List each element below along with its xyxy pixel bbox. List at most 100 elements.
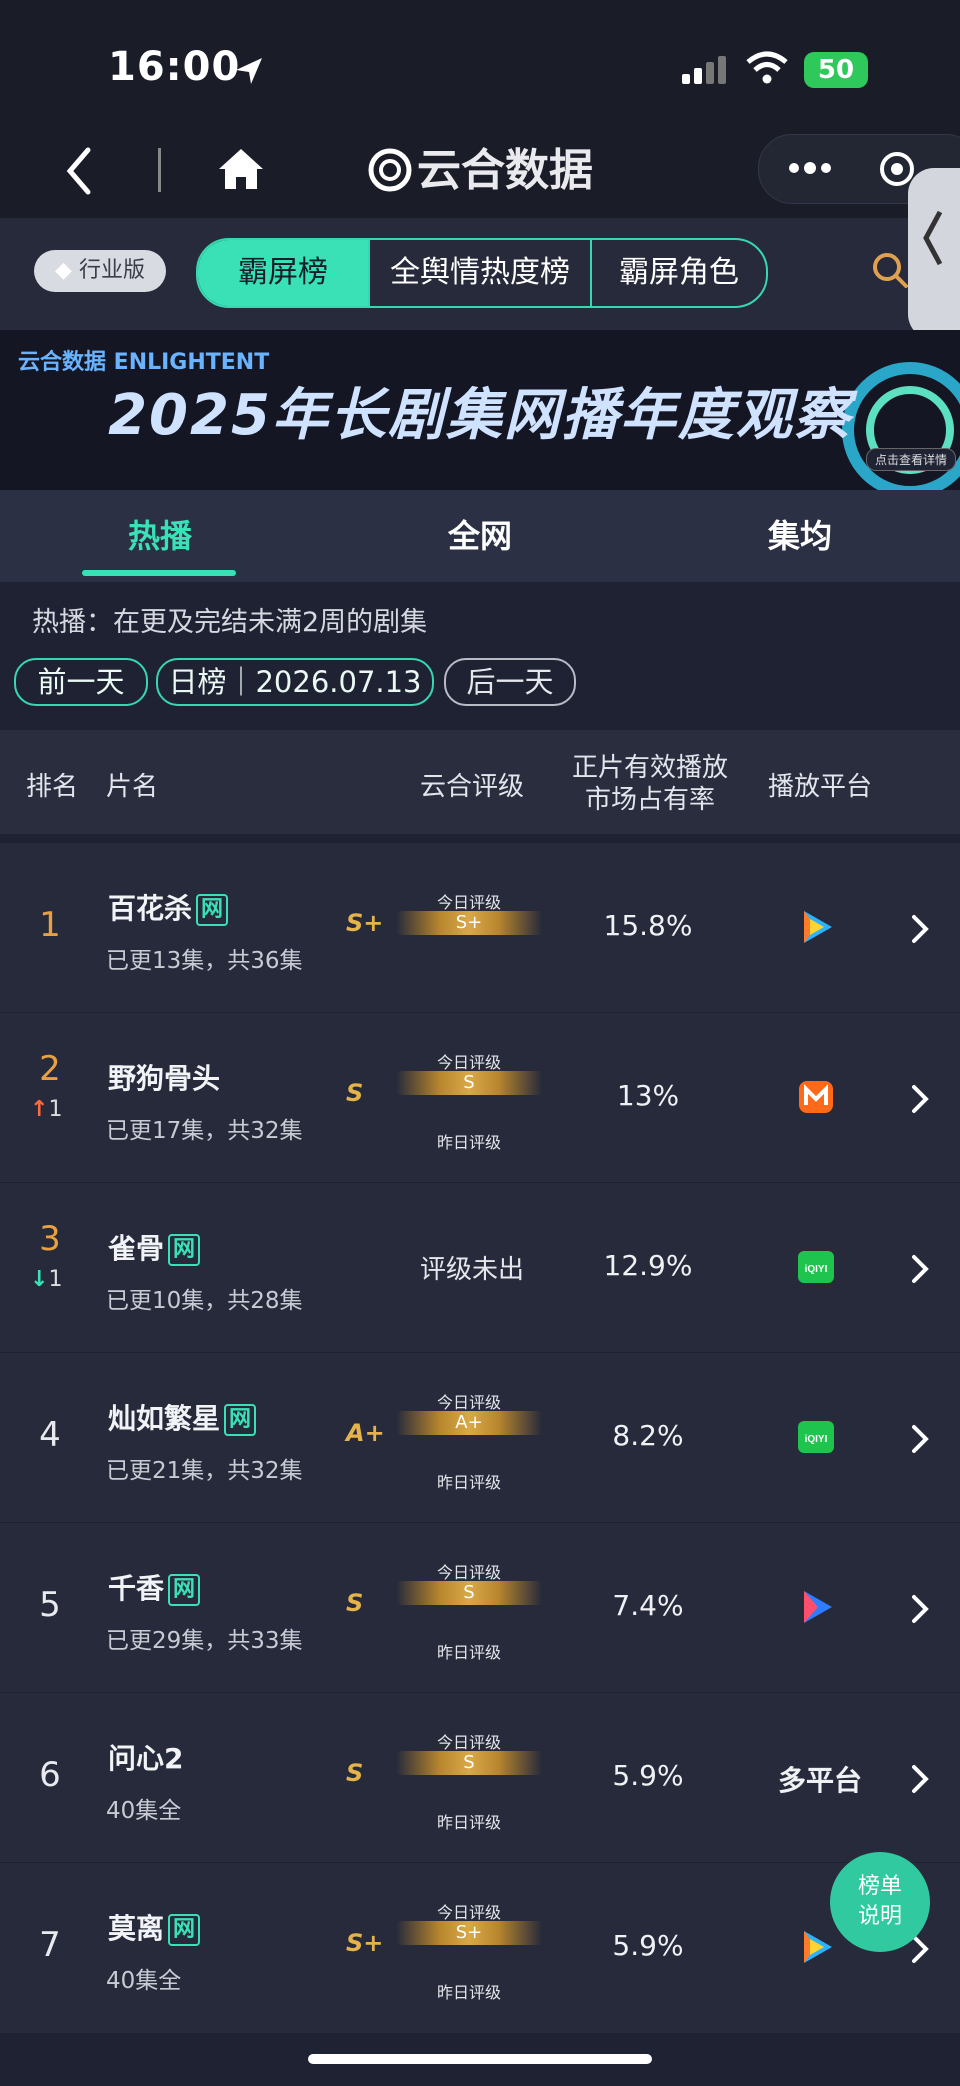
market-share: 15.8%	[603, 909, 693, 942]
prev-day-button[interactable]: 前一天	[14, 658, 148, 706]
status-time: 16:00	[108, 44, 241, 90]
web-series-badge: 网	[168, 1234, 201, 1266]
rating-pending: 评级未出	[420, 1255, 525, 1285]
rating-bar: S+	[396, 1921, 542, 1945]
banner-title: 2025年长剧集网播年度观察	[108, 383, 852, 448]
banner-hint[interactable]: 点击查看详情	[866, 448, 957, 471]
tier-badge-label: 行业版	[78, 258, 145, 283]
rating-bar: S	[396, 1581, 542, 1605]
rank-number: 7	[39, 1925, 61, 1965]
battery-indicator: 50	[804, 52, 868, 88]
yesterday-rating-caption: 昨日评级	[436, 1133, 501, 1152]
rank-number: 4	[39, 1415, 61, 1455]
search-icon[interactable]	[870, 250, 910, 290]
more-icon[interactable]	[787, 157, 833, 179]
iqiyi-platform-icon: iQIYI	[796, 1247, 836, 1287]
chevron-right-icon[interactable]	[910, 1423, 930, 1455]
show-title: 百花杀网	[108, 887, 229, 927]
market-share: 5.9%	[612, 1929, 684, 1962]
home-indicator	[308, 2054, 652, 2064]
segmented-control: 霸屏榜 全舆情热度榜 霸屏角色	[196, 238, 768, 308]
show-title: 灿如繁星网	[108, 1397, 257, 1437]
youku-platform-icon	[796, 1587, 836, 1627]
next-day-button[interactable]: 后一天	[444, 658, 576, 706]
show-title-text: 莫离	[108, 1912, 165, 1945]
chevron-left-icon	[923, 210, 943, 266]
yesterday-rating-caption: 昨日评级	[436, 1813, 501, 1832]
rating-bar: A+	[396, 1411, 542, 1435]
table-row[interactable]: 2 ↑1 野狗骨头 已更17集，共32集 S 今日评级 S 昨日评级 13%	[0, 1012, 960, 1183]
show-title: 莫离网	[108, 1907, 201, 1947]
tier-badge[interactable]: ◆ 行业版	[34, 250, 166, 292]
side-panel-handle[interactable]	[908, 168, 960, 340]
segment-bapingbang[interactable]: 霸屏榜	[198, 240, 370, 306]
tab-rebo[interactable]: 热播	[60, 490, 260, 582]
table-row[interactable]: 6 问心2 40集全 S 今日评级 S 昨日评级 5.9% 多平台	[0, 1692, 960, 1863]
date-selector[interactable]: 日榜｜2026.07.13	[156, 658, 434, 706]
tab-active-indicator	[82, 570, 236, 576]
table-row[interactable]: 5 千香网已更29集，共33集 S 今日评级 S 昨日评级 7.4%	[0, 1522, 960, 1693]
market-share: 12.9%	[603, 1249, 693, 1282]
rating-bar: S+	[396, 911, 542, 935]
svg-text:iQIYI: iQIYI	[805, 1264, 828, 1275]
table-row[interactable]: 3 ↓1 雀骨网已更10集，共28集 评级未出 12.9% iQIYI	[0, 1182, 960, 1353]
show-title-text: 问心2	[108, 1742, 184, 1775]
yesterday-rating-caption: 昨日评级	[436, 1983, 501, 2002]
rating-bar: S	[396, 1751, 542, 1775]
tab-quanwang[interactable]: 全网	[380, 490, 580, 582]
market-share: 13%	[616, 1079, 680, 1112]
rank-number: 3	[39, 1219, 61, 1259]
grade-label: S	[346, 1079, 364, 1107]
today-rating-caption: 今日评级	[436, 1903, 501, 1922]
show-title: 千香网	[108, 1567, 201, 1607]
location-arrow-icon	[236, 58, 262, 84]
header-rating: 云合评级	[420, 772, 525, 802]
today-rating-caption: 今日评级	[436, 893, 501, 912]
tencent-platform-icon	[796, 1927, 836, 1967]
grade-label: S	[346, 1589, 364, 1617]
rank-change-value: 1	[48, 1267, 63, 1292]
fab-line1: 榜单	[857, 1874, 902, 1899]
table-row[interactable]: 4 灿如繁星网已更21集，共32集 A+ 今日评级 A+ 昨日评级 8.2% iQIYI	[0, 1352, 960, 1523]
table-row[interactable]: 7 莫离网 40集全 S+ 今日评级 S+ 昨日评级 5.9%	[0, 1862, 960, 2033]
header-rank: 排名	[26, 772, 79, 802]
show-title-text: 灿如繁星	[108, 1402, 221, 1435]
grade-label: A+	[346, 1419, 385, 1447]
iqiyi-platform-icon: iQIYI	[796, 1417, 836, 1457]
episode-status: 已更29集，共33集	[106, 1628, 303, 1654]
yesterday-rating-caption: 昨日评级	[436, 1473, 501, 1492]
rank-change: ↓1	[30, 1267, 62, 1292]
web-series-badge: 网	[196, 894, 229, 926]
segment-bapingjuese[interactable]: 霸屏角色	[592, 240, 766, 306]
episode-status: 40集全	[106, 1798, 182, 1824]
show-title-text: 千香	[108, 1572, 165, 1605]
market-share: 8.2%	[612, 1419, 684, 1452]
segment-quanyuqing[interactable]: 全舆情热度榜	[370, 240, 592, 306]
rank-change: ↑1	[30, 1097, 62, 1122]
web-series-badge: 网	[168, 1574, 201, 1606]
page-title-text: 云合数据	[417, 145, 593, 196]
fab-line2: 说明	[857, 1904, 902, 1929]
chevron-right-icon[interactable]	[910, 1763, 930, 1795]
chevron-right-icon[interactable]	[910, 1083, 930, 1115]
episode-status: 已更21集，共32集	[106, 1458, 303, 1484]
market-share: 5.9%	[612, 1759, 684, 1792]
ranking-explanation-button[interactable]: 榜单 说明	[830, 1852, 930, 1952]
episode-status: 40集全	[106, 1968, 182, 1994]
grade-label: S	[346, 1759, 364, 1787]
chevron-right-icon[interactable]	[910, 1253, 930, 1285]
web-series-badge: 网	[168, 1914, 201, 1946]
today-rating-caption: 今日评级	[436, 1733, 501, 1752]
rank-number: 2	[39, 1049, 61, 1089]
show-title: 野狗骨头	[108, 1057, 220, 1097]
cellular-signal-icon	[682, 56, 726, 84]
tab-jijun[interactable]: 集均	[700, 490, 900, 582]
rank-number: 6	[39, 1755, 61, 1795]
rank-number: 1	[39, 905, 61, 945]
chevron-right-icon[interactable]	[910, 913, 930, 945]
web-series-badge: 网	[224, 1404, 257, 1436]
show-title-text: 雀骨	[108, 1232, 165, 1265]
yesterday-rating-caption: 昨日评级	[436, 1643, 501, 1662]
chevron-right-icon[interactable]	[910, 1593, 930, 1625]
table-row[interactable]: 1 百花杀网已更13集，共36集 S+ 今日评级 S+ 15.8%	[0, 842, 960, 1013]
